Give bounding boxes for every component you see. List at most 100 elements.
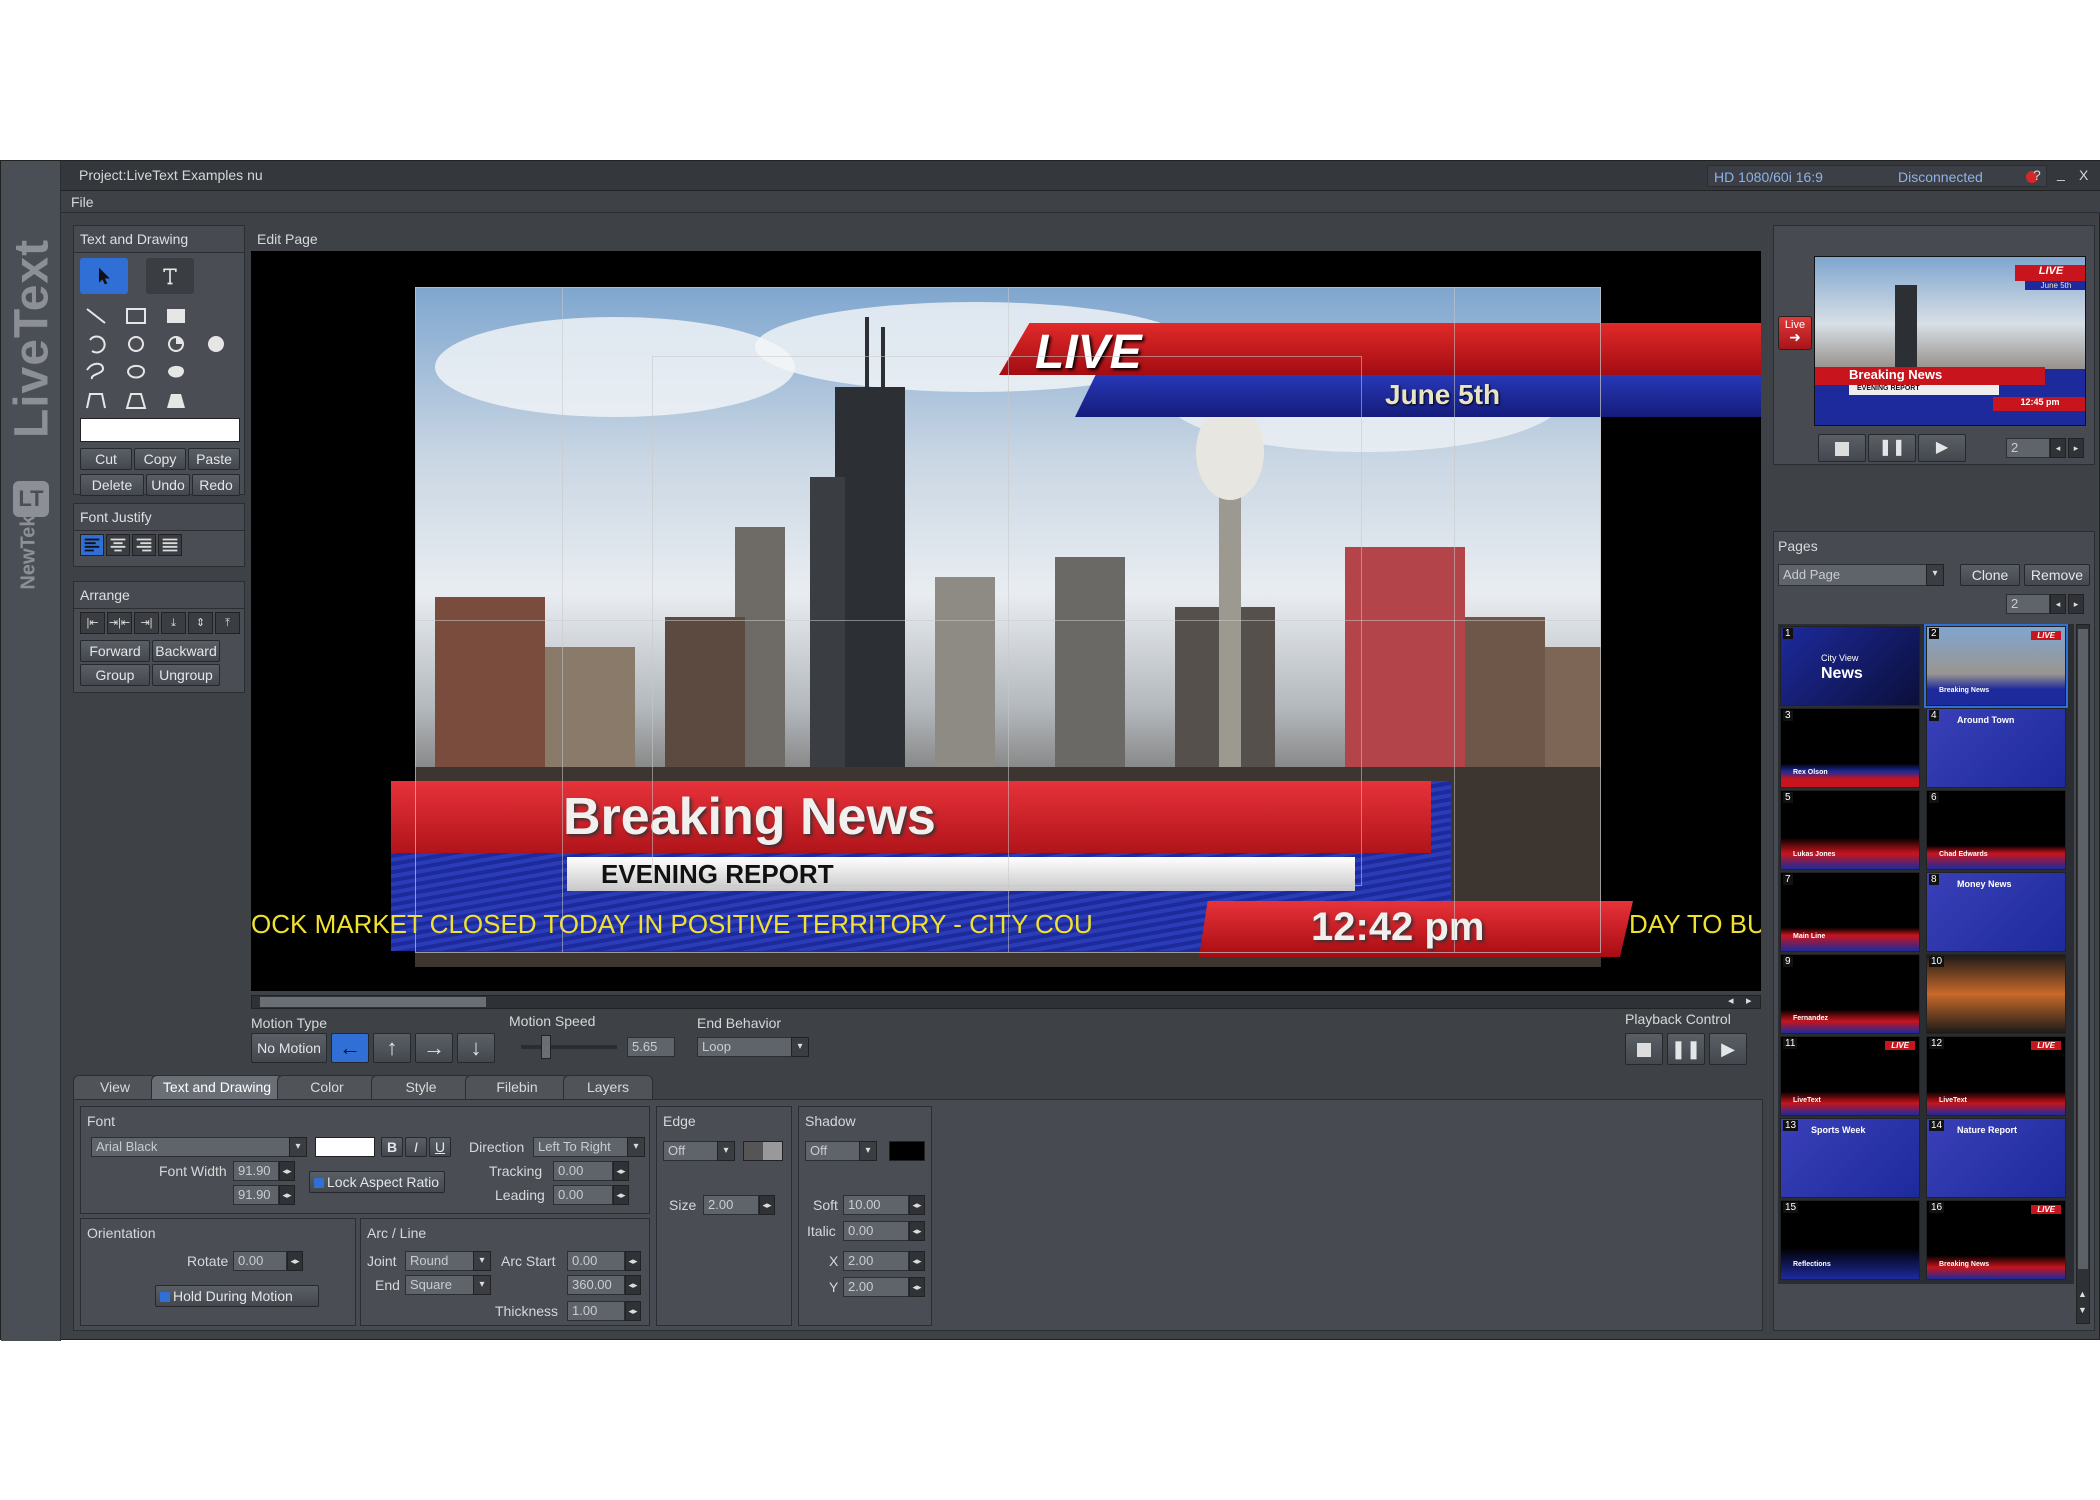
- edge-select[interactable]: Off: [663, 1141, 719, 1161]
- italic-button[interactable]: I: [405, 1137, 427, 1157]
- leading-spinner-icon[interactable]: ◂▸: [613, 1185, 629, 1205]
- shadow-y-field[interactable]: 2.00: [843, 1277, 909, 1297]
- end-behavior-dropdown-icon[interactable]: ▾: [791, 1037, 809, 1057]
- preview-page-prev-icon[interactable]: ◂: [2050, 438, 2066, 458]
- playback-play-button[interactable]: ▶: [1709, 1033, 1747, 1065]
- align-top-icon[interactable]: ⤒: [215, 612, 240, 634]
- arc-end-spinner-icon[interactable]: ◂▸: [625, 1275, 641, 1295]
- tracking-spinner-icon[interactable]: ◂▸: [613, 1161, 629, 1181]
- pages-prev-icon[interactable]: ◂: [2050, 594, 2066, 614]
- rectangle-outline-tool[interactable]: [120, 302, 152, 330]
- scroll-left-icon[interactable]: ◂: [1728, 994, 1734, 1007]
- preview-page-next-icon[interactable]: ▸: [2068, 438, 2084, 458]
- arc-tool[interactable]: [80, 330, 112, 358]
- justify-center-button[interactable]: [106, 534, 130, 556]
- bold-button[interactable]: B: [381, 1137, 403, 1157]
- justify-right-button[interactable]: [132, 534, 156, 556]
- end-behavior-select[interactable]: Loop: [697, 1037, 793, 1057]
- arc-start-field[interactable]: 0.00: [567, 1251, 625, 1271]
- font-width-field[interactable]: 91.90: [233, 1161, 279, 1181]
- preview-stop-button[interactable]: [1818, 434, 1866, 462]
- motion-type-no-motion[interactable]: No Motion: [251, 1033, 327, 1063]
- direction-dropdown-icon[interactable]: ▾: [627, 1137, 645, 1157]
- motion-right-button[interactable]: →: [415, 1033, 453, 1063]
- page-thumbnail[interactable]: 1 City View News: [1780, 626, 1920, 706]
- page-thumbnail[interactable]: 13 Sports Week: [1780, 1118, 1920, 1198]
- edge-color-swatch[interactable]: [743, 1141, 783, 1161]
- menu-file[interactable]: File: [71, 194, 94, 210]
- pages-next-icon[interactable]: ▸: [2068, 594, 2084, 614]
- page-thumbnail[interactable]: 6 Chad Edwards: [1926, 790, 2066, 870]
- tab-color[interactable]: Color: [277, 1075, 377, 1099]
- redo-button[interactable]: Redo: [192, 474, 240, 496]
- font-height-spinner-icon[interactable]: ◂▸: [279, 1185, 295, 1205]
- page-thumbnail[interactable]: 3 Rex Olson: [1780, 708, 1920, 788]
- underline-button[interactable]: U: [429, 1137, 451, 1157]
- polygon-fill-tool[interactable]: [160, 386, 192, 414]
- add-page-dropdown-icon[interactable]: ▾: [1926, 564, 1944, 586]
- preview-monitor[interactable]: LIVE June 5th Breaking News EVENING REPO…: [1814, 256, 2086, 426]
- pages-scroll-thumb[interactable]: [2078, 629, 2088, 1269]
- rectangle-fill-tool[interactable]: [160, 302, 192, 330]
- ticker-right-text[interactable]: DAY TO BU: [1629, 909, 1761, 940]
- tracking-field[interactable]: 0.00: [553, 1161, 613, 1181]
- edge-dropdown-icon[interactable]: ▾: [717, 1141, 735, 1161]
- copy-button[interactable]: Copy: [134, 448, 186, 470]
- justify-left-button[interactable]: [80, 534, 104, 556]
- font-height-field[interactable]: 91.90: [233, 1185, 279, 1205]
- align-h-center-icon[interactable]: ⇥|⇤: [107, 612, 132, 634]
- pie-tool[interactable]: [160, 330, 192, 358]
- delete-button[interactable]: Delete: [80, 474, 144, 496]
- tab-text-and-drawing[interactable]: Text and Drawing: [151, 1075, 283, 1099]
- clone-button[interactable]: Clone: [1960, 564, 2020, 586]
- page-thumbnail[interactable]: 2 LIVE Breaking News: [1924, 624, 2068, 708]
- playback-pause-button[interactable]: ❚❚: [1667, 1033, 1705, 1065]
- color-swatch[interactable]: [80, 418, 240, 442]
- remove-button[interactable]: Remove: [2024, 564, 2090, 586]
- justify-full-button[interactable]: [158, 534, 182, 556]
- help-button[interactable]: ?: [2033, 167, 2041, 183]
- page-thumbnail[interactable]: 15 Reflections: [1780, 1200, 1920, 1280]
- shadow-italic-spinner-icon[interactable]: ◂▸: [909, 1221, 925, 1241]
- minimize-button[interactable]: _: [2057, 165, 2065, 181]
- pages-scrollbar[interactable]: ▲ ▼: [2076, 624, 2090, 1324]
- paste-button[interactable]: Paste: [188, 448, 240, 470]
- page-thumbnail[interactable]: 9 Fernandez: [1780, 954, 1920, 1034]
- shadow-italic-field[interactable]: 0.00: [843, 1221, 909, 1241]
- joint-select[interactable]: Round: [405, 1251, 475, 1271]
- tab-view[interactable]: View: [73, 1075, 157, 1099]
- pages-scroll-down-icon[interactable]: ▼: [2078, 1305, 2087, 1315]
- thickness-spinner-icon[interactable]: ◂▸: [625, 1301, 641, 1321]
- polyline-tool[interactable]: [80, 386, 112, 414]
- shadow-color-swatch[interactable]: [889, 1141, 925, 1161]
- shadow-soft-field[interactable]: 10.00: [843, 1195, 909, 1215]
- undo-button[interactable]: Undo: [146, 474, 190, 496]
- align-v-center-icon[interactable]: ⇕: [188, 612, 213, 634]
- tab-layers[interactable]: Layers: [563, 1075, 653, 1099]
- line-tool[interactable]: [80, 302, 112, 330]
- group-button[interactable]: Group: [80, 664, 150, 686]
- backward-button[interactable]: Backward: [152, 640, 220, 662]
- page-thumbnail[interactable]: 10: [1926, 954, 2066, 1034]
- page-thumbnail[interactable]: 12 LIVE LiveText: [1926, 1036, 2066, 1116]
- page-thumbnail[interactable]: 16 LIVE Breaking News: [1926, 1200, 2066, 1280]
- motion-speed-slider[interactable]: [521, 1035, 617, 1059]
- ellipse-fill-tool[interactable]: [200, 330, 232, 358]
- end-dropdown-icon[interactable]: ▾: [473, 1275, 491, 1295]
- ungroup-button[interactable]: Ungroup: [152, 664, 220, 686]
- freeform-fill-tool[interactable]: [160, 358, 192, 386]
- align-right-edge-icon[interactable]: ⇥|: [134, 612, 159, 634]
- arc-start-spinner-icon[interactable]: ◂▸: [625, 1251, 641, 1271]
- page-thumbnail[interactable]: 8 Money News: [1926, 872, 2066, 952]
- preview-page-field[interactable]: 2: [2006, 438, 2050, 458]
- go-live-button[interactable]: Live ➜: [1778, 316, 1812, 350]
- motion-speed-value[interactable]: 5.65: [627, 1037, 675, 1057]
- motion-left-button[interactable]: ←: [331, 1033, 369, 1063]
- edit-canvas[interactable]: LIVE June 5th Breaking News EVENING REPO…: [251, 251, 1761, 991]
- font-color-swatch[interactable]: [315, 1137, 375, 1157]
- shadow-x-field[interactable]: 2.00: [843, 1251, 909, 1271]
- motion-speed-handle[interactable]: [541, 1035, 551, 1059]
- shadow-soft-spinner-icon[interactable]: ◂▸: [909, 1195, 925, 1215]
- rotate-spinner-icon[interactable]: ◂▸: [287, 1251, 303, 1271]
- align-bottom-icon[interactable]: ⤓: [161, 612, 186, 634]
